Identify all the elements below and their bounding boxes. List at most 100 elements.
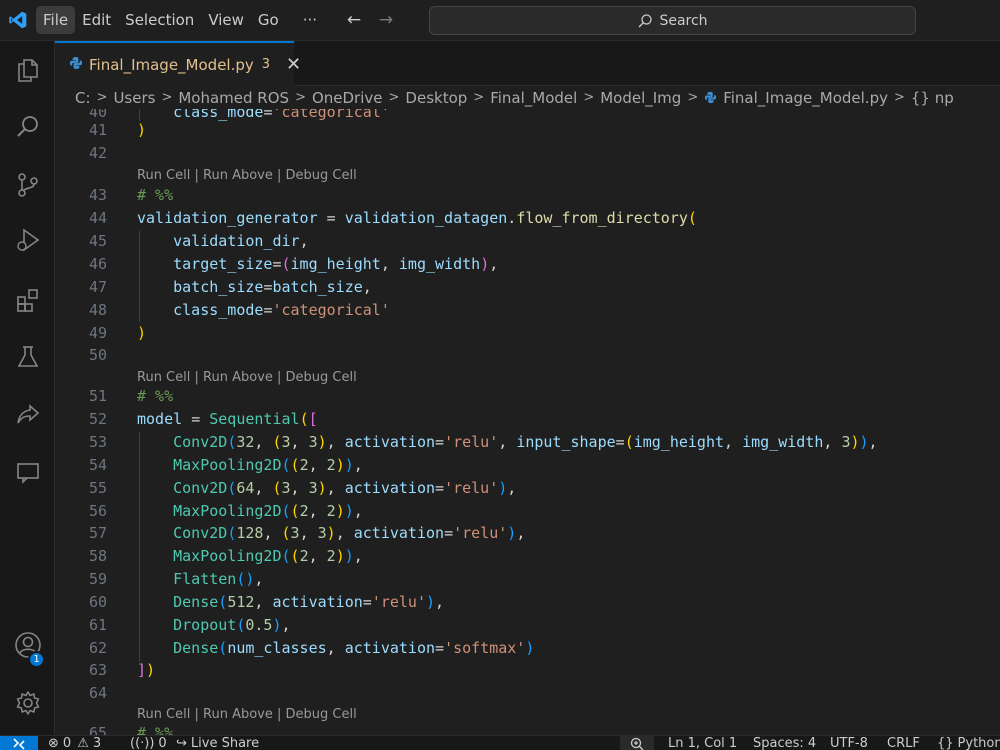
vscode-logo-icon (0, 0, 36, 41)
testing-icon[interactable] (0, 333, 55, 381)
chevron-right-icon: > (473, 90, 485, 105)
close-icon[interactable]: ✕ (286, 54, 301, 75)
breadcrumb-drive[interactable]: C: (75, 89, 91, 107)
back-arrow-icon[interactable]: ← (342, 8, 366, 32)
problems-indicator[interactable]: ⊗ 0 ⚠ 3 (48, 736, 101, 750)
live-share-status[interactable]: ↪ Live Share (176, 736, 259, 750)
account-icon[interactable]: 1 (0, 621, 55, 669)
code-text: target_size=(img_height, img_width), (173, 255, 499, 273)
line-number: 54 (88, 456, 107, 474)
code-line: 62 Dense(num_classes, activation='softma… (55, 637, 1000, 660)
run-above-link[interactable]: Run Above (203, 370, 273, 385)
language-mode[interactable]: {} Python (937, 736, 1000, 750)
live-share-icon: ↪ (176, 735, 187, 750)
status-bar: ⊗ 0 ⚠ 3 ((·)) 0 ↪ Live Share Ln 1, Col 1 Spa… (0, 735, 1000, 750)
code-text: ) (137, 324, 147, 342)
code-line: 57 Conv2D(128, (3, 3), activation='relu'… (55, 522, 1000, 545)
code-text: batch_size=batch_size, (173, 278, 372, 296)
breadcrumb-symbol[interactable]: {} np (911, 89, 954, 107)
editor-tab-bar: Final_Image_Model.py 3 ✕ (55, 41, 1000, 86)
line-number: 53 (88, 433, 107, 451)
run-debug-icon[interactable] (0, 216, 55, 264)
breadcrumb-user[interactable]: Mohamed ROS (178, 89, 289, 107)
code-editor[interactable]: 40 class_mode='categorical' 41) 42 Run C… (55, 109, 1000, 735)
menu-file[interactable]: File (36, 6, 76, 34)
code-line: 44 validation_generator = validation_data… (55, 207, 1000, 230)
code-text: MaxPooling2D((2, 2)), (173, 547, 363, 565)
debug-cell-link[interactable]: Debug Cell (286, 370, 357, 385)
breadcrumb-users[interactable]: Users (113, 89, 155, 107)
line-number: 61 (88, 616, 107, 634)
menu-view[interactable]: View (201, 6, 251, 34)
run-cell-link[interactable]: Run Cell (137, 707, 190, 722)
code-line: 52 model = Sequential([ (55, 408, 1000, 431)
debug-cell-link[interactable]: Debug Cell (286, 168, 357, 183)
error-count: 0 (62, 735, 72, 750)
code-text: ) (137, 121, 147, 139)
breadcrumb-desktop[interactable]: Desktop (405, 89, 467, 107)
code-line: 47 batch_size=batch_size, (55, 276, 1000, 299)
line-number: 44 (88, 209, 107, 227)
extensions-icon[interactable] (0, 276, 55, 324)
code-text: validation_dir, (173, 232, 309, 250)
ports-indicator[interactable]: ((·)) 0 (130, 736, 167, 750)
settings-gear-icon[interactable] (0, 679, 55, 727)
search-label: Search (659, 12, 708, 29)
chevron-right-icon: > (583, 90, 595, 105)
breadcrumb-file[interactable]: Final_Image_Model.py (723, 89, 888, 107)
remote-indicator-icon[interactable] (0, 736, 38, 750)
line-number: 60 (88, 593, 107, 611)
code-line: 45 validation_dir, (55, 230, 1000, 253)
live-share-label: Live Share (190, 735, 260, 750)
code-line: 51 # %% (55, 385, 1000, 408)
run-cell-link[interactable]: Run Cell (137, 168, 190, 183)
code-line: 55 Conv2D(64, (3, 3), activation='relu')… (55, 477, 1000, 500)
code-text: ]) (137, 661, 156, 679)
code-line: 60 Dense(512, activation='relu'), (55, 591, 1000, 614)
encoding-setting[interactable]: UTF-8 (830, 736, 868, 750)
line-number: 51 (88, 387, 107, 405)
tab-problems-count: 3 (261, 57, 271, 72)
code-text: # %% (137, 186, 174, 204)
eol-setting[interactable]: CRLF (887, 736, 920, 750)
line-number: 49 (88, 324, 107, 342)
menu-go[interactable]: Go (251, 6, 286, 34)
source-control-icon[interactable] (0, 161, 55, 209)
breadcrumb-final-model[interactable]: Final_Model (490, 89, 577, 107)
cursor-position[interactable]: Ln 1, Col 1 (668, 736, 737, 750)
chevron-right-icon: > (388, 90, 400, 105)
chevron-right-icon: > (96, 90, 108, 105)
code-text: Dropout(0.5), (173, 616, 291, 634)
zoom-icon[interactable] (620, 736, 654, 750)
code-line: 59 Flatten(), (55, 568, 1000, 591)
code-line: 43 # %% (55, 184, 1000, 207)
python-file-icon (704, 91, 717, 104)
forward-arrow-icon[interactable]: → (374, 8, 398, 32)
run-above-link[interactable]: Run Above (203, 168, 273, 183)
error-icon: ⊗ (48, 735, 59, 750)
run-cell-link[interactable]: Run Cell (137, 370, 190, 385)
chat-icon[interactable] (0, 448, 55, 496)
code-line: 56 MaxPooling2D((2, 2)), (55, 500, 1000, 523)
run-above-link[interactable]: Run Above (203, 707, 273, 722)
menu-more[interactable]: ··· (296, 6, 324, 34)
line-number: 56 (88, 502, 107, 520)
line-number: 48 (88, 301, 107, 319)
indentation-setting[interactable]: Spaces: 4 (753, 736, 816, 750)
search-icon[interactable] (0, 103, 55, 151)
code-text: Flatten(), (173, 570, 264, 588)
command-center-search[interactable]: Search (429, 6, 916, 35)
breadcrumb-onedrive[interactable]: OneDrive (312, 89, 383, 107)
menu-bar: File Edit Selection View Go ··· (36, 0, 324, 41)
menu-edit[interactable]: Edit (75, 6, 118, 34)
code-line: 61 Dropout(0.5), (55, 614, 1000, 637)
live-share-icon[interactable] (0, 391, 55, 439)
tab-final-image-model[interactable]: Final_Image_Model.py 3 ✕ (55, 41, 301, 86)
explorer-icon[interactable] (0, 46, 55, 94)
code-line: 63]) (55, 659, 1000, 682)
code-text: MaxPooling2D((2, 2)), (173, 456, 363, 474)
breadcrumb-model-img[interactable]: Model_Img (600, 89, 681, 107)
menu-selection[interactable]: Selection (118, 6, 201, 34)
debug-cell-link[interactable]: Debug Cell (286, 707, 357, 722)
line-number: 43 (88, 186, 107, 204)
